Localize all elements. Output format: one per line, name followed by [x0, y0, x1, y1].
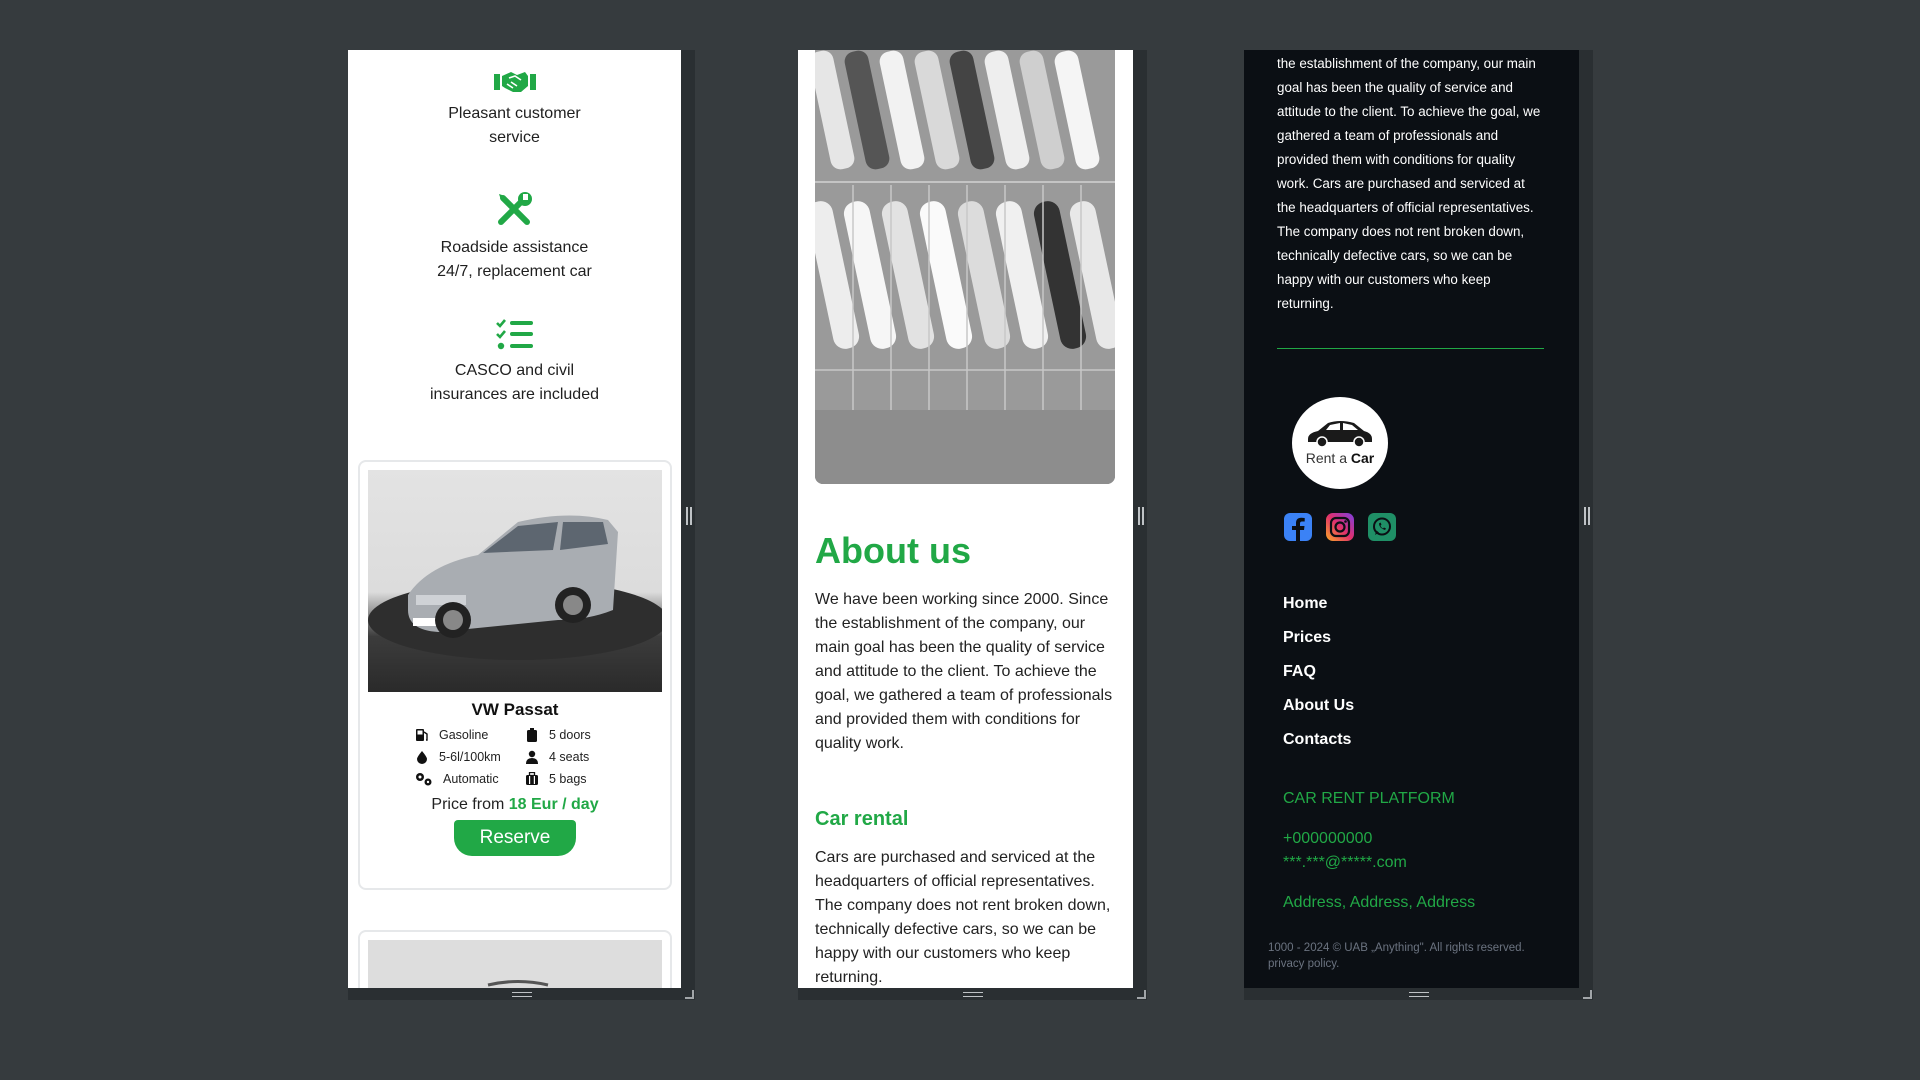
handshake-icon	[493, 72, 536, 92]
address-text: Address, Address, Address	[1283, 894, 1476, 911]
spec-consumption: 5-6l/100km	[415, 750, 525, 764]
instagram-icon[interactable]	[1326, 513, 1354, 541]
about-paragraph: We have been working since 2000. Since t…	[815, 591, 1113, 752]
vertical-scrollbar[interactable]	[1133, 50, 1147, 1000]
car-specs: Gasoline 5 doors 5-6l/100km 4 seats Auto…	[415, 728, 615, 786]
drop-icon	[417, 751, 427, 764]
nav-contacts[interactable]: Contacts	[1283, 723, 1354, 757]
price-prefix: Price from	[431, 796, 505, 813]
feature-text-line2: insurances are included	[430, 386, 599, 403]
car-price: Price from 18 Eur / day	[360, 796, 670, 814]
price-value: 18 Eur / day	[508, 796, 599, 813]
feature-text-line2: 24/7, replacement car	[437, 263, 592, 280]
car-photo	[368, 470, 662, 692]
privacy-policy-link[interactable]: privacy policy.	[1268, 956, 1525, 972]
person-icon	[526, 750, 538, 764]
luggage-icon	[526, 772, 538, 785]
feature-text-line1: Roadside assistance	[440, 239, 589, 256]
spec-seats: 4 seats	[525, 750, 615, 764]
car-rental-paragraph: Cars are purchased and serviced at the h…	[815, 849, 1111, 986]
spec-label: 5 bags	[549, 772, 587, 786]
copyright-text: 1000 - 2024 © UAB „Anything". All rights…	[1268, 942, 1525, 954]
copyright: 1000 - 2024 © UAB „Anything". All rights…	[1268, 940, 1525, 972]
nav-prices[interactable]: Prices	[1283, 621, 1354, 655]
footer-about-text: the establishment of the company, our ma…	[1277, 56, 1541, 311]
mobile-preview-frame-services: Pleasant customer service Roadside assis…	[348, 50, 695, 1000]
spec-label: 5-6l/100km	[439, 750, 501, 764]
logo-text: Rent a Car	[1292, 450, 1388, 466]
footer-nav: Home Prices FAQ About Us Contacts	[1283, 587, 1354, 757]
frame-viewport: Pleasant customer service Roadside assis…	[348, 50, 681, 988]
reserve-button[interactable]: Reserve	[454, 820, 576, 856]
frame-viewport: About us We have been working since 2000…	[798, 50, 1133, 988]
spec-transmission: Automatic	[415, 772, 525, 786]
feature-roadside: Roadside assistance 24/7, replacement ca…	[348, 190, 681, 284]
nav-home[interactable]: Home	[1283, 587, 1354, 621]
platform-name: CAR RENT PLATFORM	[1283, 790, 1455, 807]
fuel-icon	[416, 729, 428, 741]
spec-label: 5 doors	[549, 728, 591, 742]
email-link[interactable]: ***.***@*****.com	[1283, 854, 1407, 872]
spec-label: 4 seats	[549, 750, 590, 764]
nav-faq[interactable]: FAQ	[1283, 655, 1354, 689]
spec-luggage: 5 bags	[525, 772, 615, 786]
spec-fuel: Gasoline	[415, 728, 525, 742]
vertical-scrollbar[interactable]	[681, 50, 695, 1000]
nav-about-us[interactable]: About Us	[1283, 689, 1354, 723]
feature-text-line2: service	[489, 129, 540, 146]
social-links	[1284, 513, 1396, 541]
feature-insurance: CASCO and civil insurances are included	[348, 317, 681, 407]
resize-handle-bottom[interactable]	[348, 988, 695, 1000]
feature-text-line1: CASCO and civil	[454, 362, 575, 379]
facebook-icon[interactable]	[1284, 513, 1312, 541]
about-heading: About us	[815, 530, 971, 571]
car-title: VW Passat	[471, 700, 559, 719]
vertical-scrollbar[interactable]	[1579, 50, 1593, 1000]
car-card-next	[358, 930, 672, 988]
resize-handle-bottom[interactable]	[1244, 988, 1593, 1000]
tools-icon	[497, 192, 532, 225]
rent-a-car-logo[interactable]: Rent a Car	[1292, 397, 1388, 489]
whatsapp-icon[interactable]	[1368, 513, 1396, 541]
spec-label: Gasoline	[439, 728, 489, 742]
gears-icon	[416, 773, 432, 786]
door-icon	[527, 728, 537, 742]
car-logo-icon	[1308, 421, 1372, 447]
checklist-icon	[495, 319, 533, 350]
resize-handle-bottom[interactable]	[798, 988, 1147, 1000]
logo-text-car: Car	[1350, 450, 1375, 466]
spec-doors: 5 doors	[525, 728, 615, 742]
car-card: VW Passat Gasoline 5 doors 5-6l/100km 4 …	[358, 460, 672, 890]
frame-viewport: the establishment of the company, our ma…	[1244, 50, 1579, 988]
car-photo	[368, 940, 662, 988]
feature-customer-service: Pleasant customer service	[348, 68, 681, 150]
footer-divider	[1277, 348, 1544, 349]
feature-text-line1: Pleasant customer	[448, 105, 581, 122]
spec-label: Automatic	[443, 772, 499, 786]
car-rental-heading: Car rental	[815, 808, 909, 830]
mobile-preview-frame-footer: the establishment of the company, our ma…	[1244, 50, 1593, 1000]
mobile-preview-frame-about: About us We have been working since 2000…	[798, 50, 1147, 1000]
parking-lot-image	[815, 50, 1115, 484]
logo-text-rent: Rent a	[1305, 450, 1347, 466]
phone-link[interactable]: +000000000	[1283, 830, 1372, 848]
